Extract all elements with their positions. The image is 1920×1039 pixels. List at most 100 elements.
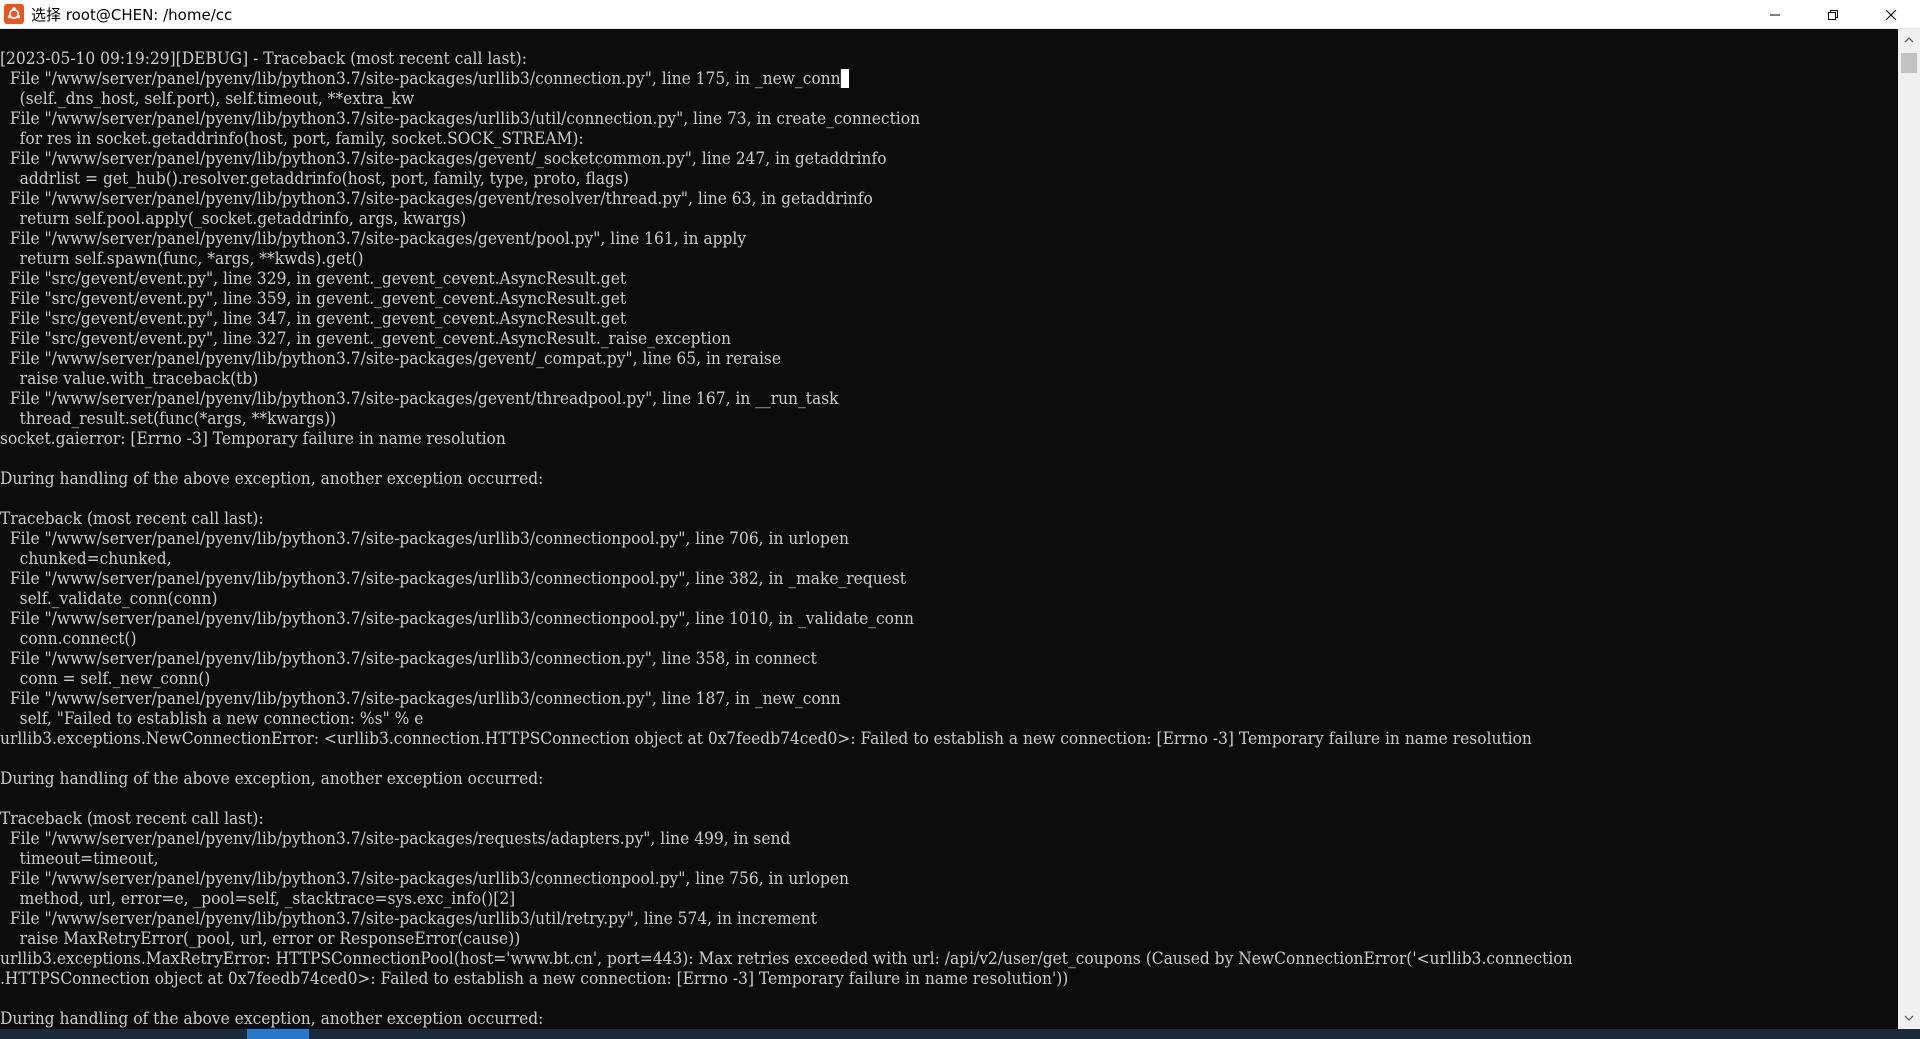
minimize-icon (1770, 14, 1780, 15)
terminal-line: File "/www/server/panel/pyenv/lib/python… (0, 389, 1727, 409)
terminal-line-text: File "/www/server/panel/pyenv/lib/python… (0, 869, 850, 889)
terminal-line-text: File "/www/server/panel/pyenv/lib/python… (0, 349, 781, 369)
terminal-line-text: During handling of the above exception, … (0, 769, 544, 789)
terminal-line: File "/www/server/panel/pyenv/lib/python… (0, 109, 1727, 129)
terminal-line-text: File "src/gevent/event.py", line 327, in… (0, 329, 731, 349)
terminal-line-text: urllib3.exceptions.NewConnectionError: <… (0, 729, 1532, 749)
terminal-line-text: raise value.with_traceback(tb) (0, 369, 259, 389)
terminal-line: return self.pool.apply(_socket.getaddrin… (0, 209, 1727, 229)
terminal-line: File "src/gevent/event.py", line 347, in… (0, 309, 1727, 329)
terminal-line: socket.gaierror: [Errno -3] Temporary fa… (0, 429, 1727, 449)
terminal-line-text: File "/www/server/panel/pyenv/lib/python… (0, 229, 747, 249)
terminal-line: During handling of the above exception, … (0, 469, 1727, 489)
terminal-line-text: self._validate_conn(conn) (0, 589, 218, 609)
close-button[interactable] (1862, 0, 1920, 29)
scrollbar-thumb[interactable] (1901, 53, 1917, 73)
terminal-line: File "/www/server/panel/pyenv/lib/python… (0, 349, 1727, 369)
terminal-line: Traceback (most recent call last): (0, 509, 1727, 529)
terminal-line-text: [2023-05-10 09:19:29][DEBUG] - Traceback… (0, 49, 527, 69)
terminal-line: File "/www/server/panel/pyenv/lib/python… (0, 689, 1727, 709)
terminal-line-text: Traceback (most recent call last): (0, 809, 264, 829)
scroll-up-arrow-icon (1904, 37, 1914, 43)
taskbar (0, 1029, 1920, 1039)
terminal-line-text: socket.gaierror: [Errno -3] Temporary fa… (0, 429, 506, 449)
terminal-line: File "/www/server/panel/pyenv/lib/python… (0, 529, 1727, 549)
taskbar-active-app-indicator[interactable] (247, 1029, 309, 1039)
terminal-line-text: for res in socket.getaddrinfo(host, port… (0, 129, 584, 149)
terminal-line-text: File "/www/server/panel/pyenv/lib/python… (0, 109, 921, 129)
terminal-line-text: raise MaxRetryError(_pool, url, error or… (0, 929, 521, 949)
restore-button[interactable] (1804, 0, 1862, 29)
terminal-line: File "/www/server/panel/pyenv/lib/python… (0, 609, 1727, 629)
terminal-line: During handling of the above exception, … (0, 769, 1727, 789)
terminal-line: urllib3.exceptions.NewConnectionError: <… (0, 729, 1727, 749)
terminal-line: File "/www/server/panel/pyenv/lib/python… (0, 829, 1727, 849)
terminal-line-text: timeout=timeout, (0, 849, 159, 869)
terminal-line: File "src/gevent/event.py", line 327, in… (0, 329, 1727, 349)
terminal-line: File "/www/server/panel/pyenv/lib/python… (0, 649, 1727, 669)
terminal-line: File "src/gevent/event.py", line 359, in… (0, 289, 1727, 309)
vertical-scrollbar[interactable] (1898, 29, 1920, 1029)
terminal-line-text: (self._dns_host, self.port), self.timeou… (0, 89, 415, 109)
terminal-line-text: File "/www/server/panel/pyenv/lib/python… (0, 569, 906, 589)
terminal-line-text: File "/www/server/panel/pyenv/lib/python… (0, 529, 850, 549)
terminal-line-text: File "/www/server/panel/pyenv/lib/python… (0, 149, 887, 169)
terminal-line: During handling of the above exception, … (0, 1009, 1727, 1029)
terminal-line: File "/www/server/panel/pyenv/lib/python… (0, 69, 1727, 89)
terminal-line-text: return self.pool.apply(_socket.getaddrin… (0, 209, 467, 229)
terminal-line-text: File "/www/server/panel/pyenv/lib/python… (0, 389, 839, 409)
terminal-line-text: File "/www/server/panel/pyenv/lib/python… (0, 189, 873, 209)
terminal-line: timeout=timeout, (0, 849, 1727, 869)
restore-icon (1828, 9, 1838, 20)
terminal-line-text: Traceback (most recent call last): (0, 509, 264, 529)
terminal-line: raise value.with_traceback(tb) (0, 369, 1727, 389)
terminal-line-text: urllib3.exceptions.MaxRetryError: HTTPSC… (0, 949, 1573, 969)
terminal-line-text: .HTTPSConnection object at 0x7feedb74ced… (0, 969, 1069, 989)
terminal-line: File "/www/server/panel/pyenv/lib/python… (0, 909, 1727, 929)
scroll-down-arrow-icon (1904, 1015, 1914, 1021)
terminal-line-text: File "/www/server/panel/pyenv/lib/python… (0, 609, 914, 629)
window-controls (1746, 0, 1920, 29)
terminal-line: File "/www/server/panel/pyenv/lib/python… (0, 189, 1727, 209)
terminal-line-text: chunked=chunked, (0, 549, 172, 569)
close-icon (1885, 9, 1897, 20)
terminal-line: .HTTPSConnection object at 0x7feedb74ced… (0, 969, 1727, 989)
terminal-line: method, url, error=e, _pool=self, _stack… (0, 889, 1727, 909)
terminal-line-text: During handling of the above exception, … (0, 1009, 544, 1029)
terminal-line-text: conn = self._new_conn() (0, 669, 211, 689)
terminal-line-text: File "src/gevent/event.py", line 359, in… (0, 289, 627, 309)
terminal-line-text: File "/www/server/panel/pyenv/lib/python… (0, 909, 817, 929)
terminal-line-text: File "/www/server/panel/pyenv/lib/python… (0, 689, 841, 709)
terminal-line: raise MaxRetryError(_pool, url, error or… (0, 929, 1727, 949)
terminal-line: urllib3.exceptions.MaxRetryError: HTTPSC… (0, 949, 1727, 969)
terminal-line: File "/www/server/panel/pyenv/lib/python… (0, 869, 1727, 889)
scroll-up-button[interactable] (1898, 29, 1920, 51)
ubuntu-icon[interactable] (4, 4, 24, 24)
terminal-line-text: conn.connect() (0, 629, 137, 649)
terminal-line-text: thread_result.set(func(*args, **kwargs)) (0, 409, 337, 429)
terminal-line: (self._dns_host, self.port), self.timeou… (0, 89, 1727, 109)
window-title: 选择 root@CHEN: /home/cc (31, 5, 233, 24)
terminal-line: [2023-05-10 09:19:29][DEBUG] - Traceback… (0, 49, 1727, 69)
terminal-line-text: return self.spawn(func, *args, **kwds).g… (0, 249, 364, 269)
terminal-line-text: self, "Failed to establish a new connect… (0, 709, 424, 729)
title-bar[interactable]: 选择 root@CHEN: /home/cc (0, 0, 1920, 29)
terminal-line-text: addrlist = get_hub().resolver.getaddrinf… (0, 169, 629, 189)
terminal-line-text: File "src/gevent/event.py", line 329, in… (0, 269, 627, 289)
terminal-line: self._validate_conn(conn) (0, 589, 1727, 609)
terminal-line-text: method, url, error=e, _pool=self, _stack… (0, 889, 516, 909)
terminal-line: thread_result.set(func(*args, **kwargs)) (0, 409, 1727, 429)
terminal-line-text: File "src/gevent/event.py", line 347, in… (0, 309, 627, 329)
terminal-line: File "/www/server/panel/pyenv/lib/python… (0, 569, 1727, 589)
terminal-line-text: During handling of the above exception, … (0, 469, 544, 489)
terminal-output[interactable]: [2023-05-10 09:19:29][DEBUG] - Traceback… (0, 29, 1898, 1029)
terminal-line: conn.connect() (0, 629, 1727, 649)
terminal-window: 选择 root@CHEN: /home/cc [2023-05-10 09:19… (0, 0, 1920, 1039)
minimize-button[interactable] (1746, 0, 1804, 29)
terminal-line: File "/www/server/panel/pyenv/lib/python… (0, 229, 1727, 249)
scroll-down-button[interactable] (1898, 1007, 1920, 1029)
terminal-line: addrlist = get_hub().resolver.getaddrinf… (0, 169, 1727, 189)
